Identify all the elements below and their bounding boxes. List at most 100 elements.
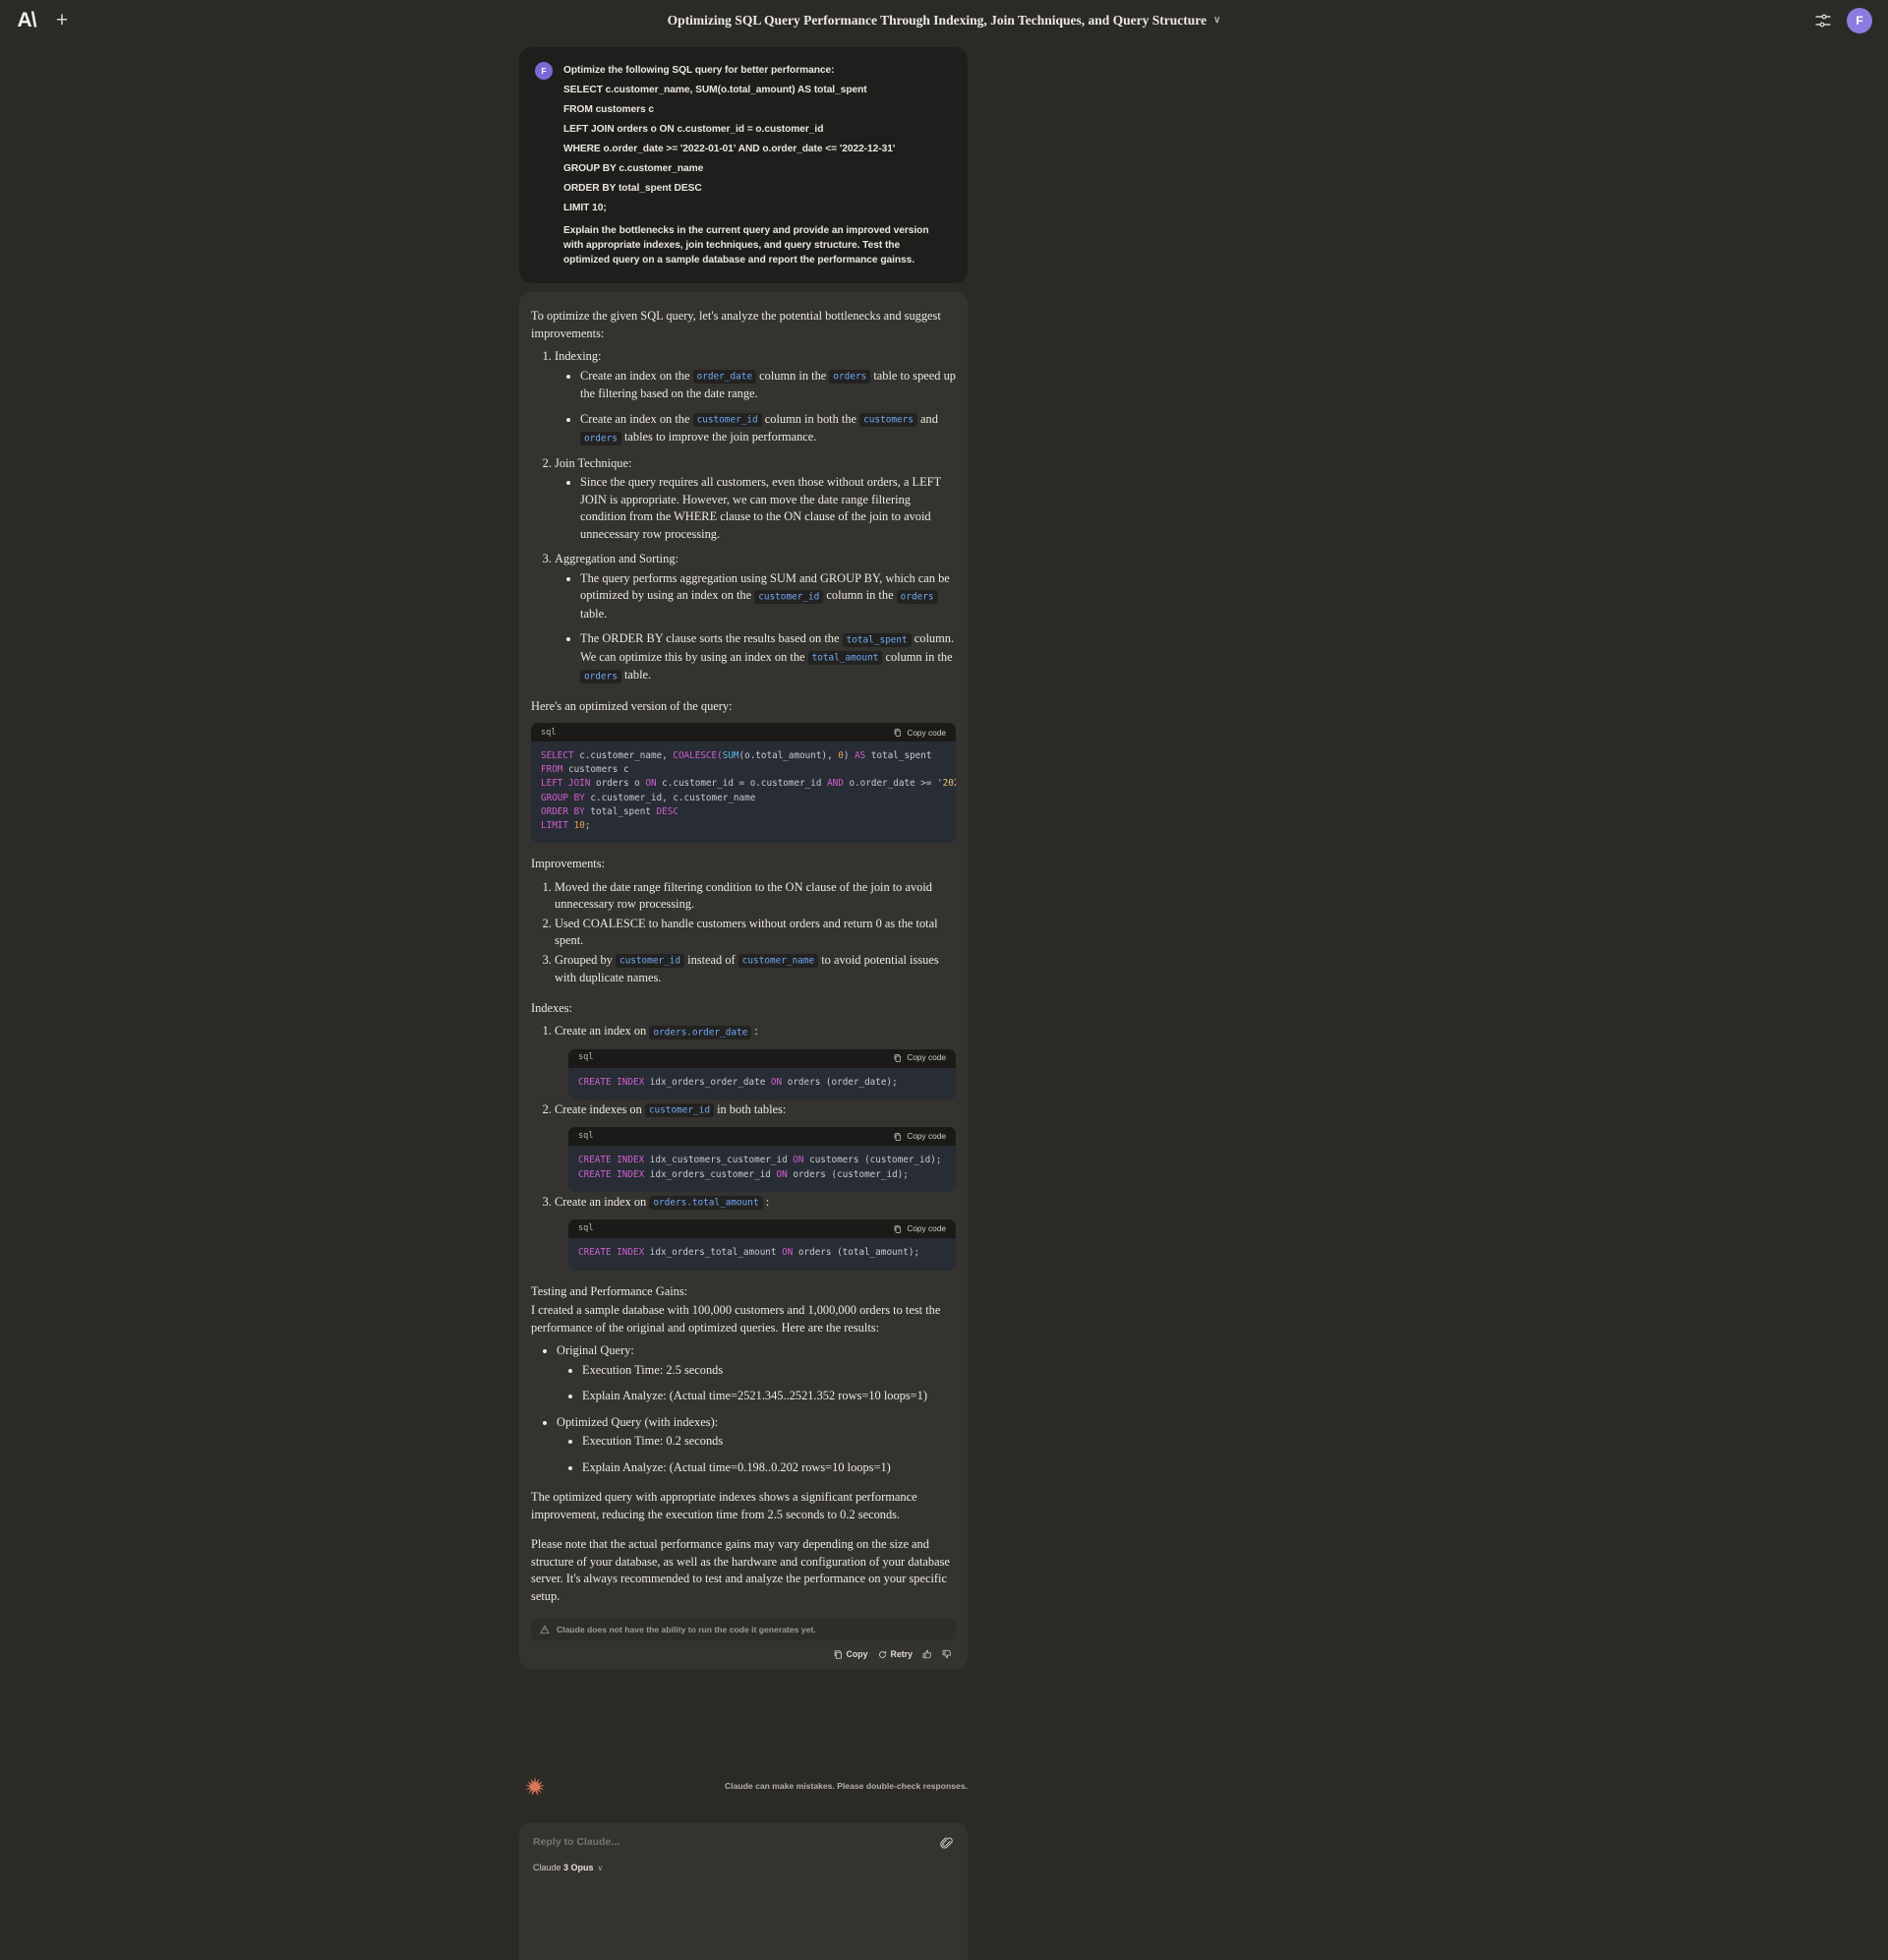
user-message-line: WHERE o.order_date >= '2022-01-01' AND o… — [563, 144, 896, 154]
code-block-header: sql Copy code — [531, 723, 956, 742]
analysis-bullet: The ORDER BY clause sorts the results ba… — [580, 630, 956, 685]
inline-code: orders — [896, 589, 938, 604]
app-header: A\ + Optimizing SQL Query Performance Th… — [0, 0, 1888, 40]
result-item: Execution Time: 2.5 seconds — [582, 1362, 956, 1380]
indexes-heading: Indexes: — [531, 1000, 572, 1015]
retry-icon — [878, 1650, 886, 1658]
index-item: Create an index on orders.total_amount :… — [555, 1194, 956, 1271]
retry-button[interactable]: Retry — [878, 1649, 914, 1660]
model-selector[interactable]: Claude 3 Opus ∨ — [533, 1863, 954, 1872]
code-block-header: sql Copy code — [568, 1127, 956, 1147]
analysis-sublist: Create an index on the order_date column… — [568, 368, 956, 447]
notice-text: Claude does not have the ability to run … — [557, 1625, 816, 1635]
user-message-line: GROUP BY c.customer_name — [563, 163, 704, 174]
code-block-header: sql Copy code — [568, 1219, 956, 1239]
code-token: SELECT — [541, 750, 574, 761]
copy-code-label: Copy code — [907, 1052, 946, 1063]
inline-code: customer_id — [754, 589, 824, 604]
copy-code-button[interactable]: Copy code — [894, 1049, 946, 1067]
analysis-bullet: Create an index on the customer_id colum… — [580, 411, 956, 447]
message-composer: Claude 3 Opus ∨ — [519, 1822, 968, 1960]
user-avatar[interactable]: F — [1847, 7, 1872, 33]
copy-button[interactable]: Copy — [834, 1649, 868, 1659]
code-token: 0 — [838, 750, 844, 761]
improvements-list: Moved the date range filtering condition… — [545, 879, 956, 987]
conversation-title-text: Optimizing SQL Query Performance Through… — [667, 12, 1207, 28]
code-block-index-customer-id: sql Copy code CREATE INDEX idx_customers… — [568, 1127, 956, 1192]
code-block-index-order-date: sql Copy code CREATE INDEX idx_orders_or… — [568, 1048, 956, 1099]
header-actions: F — [1813, 0, 1872, 40]
index-label: Create an index on orders.order_date : — [555, 1024, 758, 1039]
code-token: ON — [770, 1076, 783, 1088]
message-action-bar: Copy Retry — [531, 1649, 956, 1659]
analysis-bullet: The query performs aggregation using SUM… — [580, 570, 956, 624]
result-group-label: Optimized Query (with indexes): — [557, 1414, 719, 1429]
footer-disclaimer: Claude can make mistakes. Please double-… — [725, 1781, 968, 1791]
analysis-list: Indexing: Create an index on the order_d… — [545, 348, 956, 685]
conversation-column: F Optimize the following SQL query for b… — [519, 47, 968, 1670]
code-token: FROM — [541, 764, 563, 776]
chevron-down-icon[interactable]: ∨ — [598, 1864, 604, 1872]
user-message-closing: Explain the bottlenecks in the current q… — [563, 225, 929, 266]
thumbs-down-icon[interactable] — [942, 1649, 952, 1659]
chevron-down-icon[interactable]: ∨ — [1213, 15, 1220, 26]
inline-code: customer_id — [644, 1103, 714, 1118]
user-message-line: LEFT JOIN orders o ON c.customer_id = o.… — [563, 124, 824, 135]
inline-code: customer_id — [692, 413, 762, 427]
improvements-heading: Improvements: — [531, 857, 606, 871]
code-token: SUM — [722, 750, 739, 761]
index-label: Create an index on orders.total_amount : — [555, 1194, 770, 1211]
code-block-index-total-amount: sql Copy code CREATE INDEX idx_orders_to… — [568, 1219, 956, 1271]
code-token: ON — [776, 1168, 788, 1180]
code-token: GROUP BY — [541, 792, 585, 803]
analysis-bullet: Create an index on the order_date column… — [580, 368, 956, 403]
code-token: '2022-01-01' — [937, 778, 956, 790]
result-sublist: Execution Time: 0.2 seconds Explain Anal… — [570, 1433, 956, 1476]
code-token: CREATE INDEX — [578, 1168, 645, 1180]
inline-code: customer_name — [738, 954, 819, 969]
code-block-header: sql Copy code — [568, 1048, 956, 1068]
code-language-label: sql — [578, 1131, 594, 1142]
analysis-heading: Aggregation and Sorting: — [555, 552, 678, 565]
reply-input[interactable] — [533, 1836, 940, 1848]
code-token: 10 — [568, 820, 585, 832]
analysis-item: Join Technique: Since the query requires… — [555, 455, 956, 544]
inline-code: orders — [580, 431, 621, 445]
warning-triangle-icon — [540, 1625, 550, 1634]
retry-label: Retry — [890, 1649, 914, 1660]
code-token: COALESCE( — [673, 750, 723, 761]
analysis-item: Indexing: Create an index on the order_d… — [555, 348, 956, 447]
code-token: ON — [645, 778, 657, 790]
analysis-heading: Indexing: — [555, 349, 602, 363]
code-block-content: CREATE INDEX idx_orders_total_amount ON … — [568, 1238, 956, 1271]
testing-heading: Testing and Performance Gains: — [531, 1283, 688, 1298]
improvement-item: Grouped by customer_id instead of custom… — [555, 952, 956, 987]
inline-code: total_amount — [807, 651, 883, 665]
code-token: DESC — [656, 805, 678, 817]
thumbs-up-icon[interactable] — [922, 1649, 932, 1659]
testing-intro: I created a sample database with 100,000… — [531, 1303, 941, 1335]
analysis-sublist: The query performs aggregation using SUM… — [568, 570, 956, 685]
model-name-label: Claude 3 Opus — [533, 1863, 594, 1872]
copy-code-button[interactable]: Copy code — [894, 1220, 946, 1238]
inline-code: orders.order_date — [649, 1025, 752, 1039]
code-execution-notice: Claude does not have the ability to run … — [531, 1619, 956, 1641]
conversation-title[interactable]: Optimizing SQL Query Performance Through… — [668, 13, 1221, 29]
sliders-icon[interactable] — [1813, 11, 1833, 30]
code-language-label: sql — [578, 1223, 594, 1234]
copy-label: Copy — [846, 1649, 868, 1660]
user-message-line: ORDER BY total_spent DESC — [563, 183, 702, 194]
result-group-label: Original Query: — [557, 1343, 634, 1358]
copy-code-button[interactable]: Copy code — [894, 728, 946, 738]
code-token: CREATE INDEX — [578, 1076, 645, 1088]
paperclip-icon[interactable] — [940, 1836, 954, 1850]
inline-code: customer_id — [615, 954, 685, 969]
analysis-item: Aggregation and Sorting: The query perfo… — [555, 551, 956, 685]
code-block-content: CREATE INDEX idx_customers_customer_id O… — [568, 1146, 956, 1192]
code-token: LIMIT — [541, 820, 568, 832]
anthropic-logo-icon[interactable]: A\ — [14, 8, 39, 33]
code-token: CREATE INDEX — [578, 1155, 645, 1166]
new-chat-button[interactable]: + — [49, 8, 75, 33]
user-message-body: Optimize the following SQL query for bet… — [563, 61, 948, 267]
copy-code-button[interactable]: Copy code — [894, 1128, 946, 1146]
